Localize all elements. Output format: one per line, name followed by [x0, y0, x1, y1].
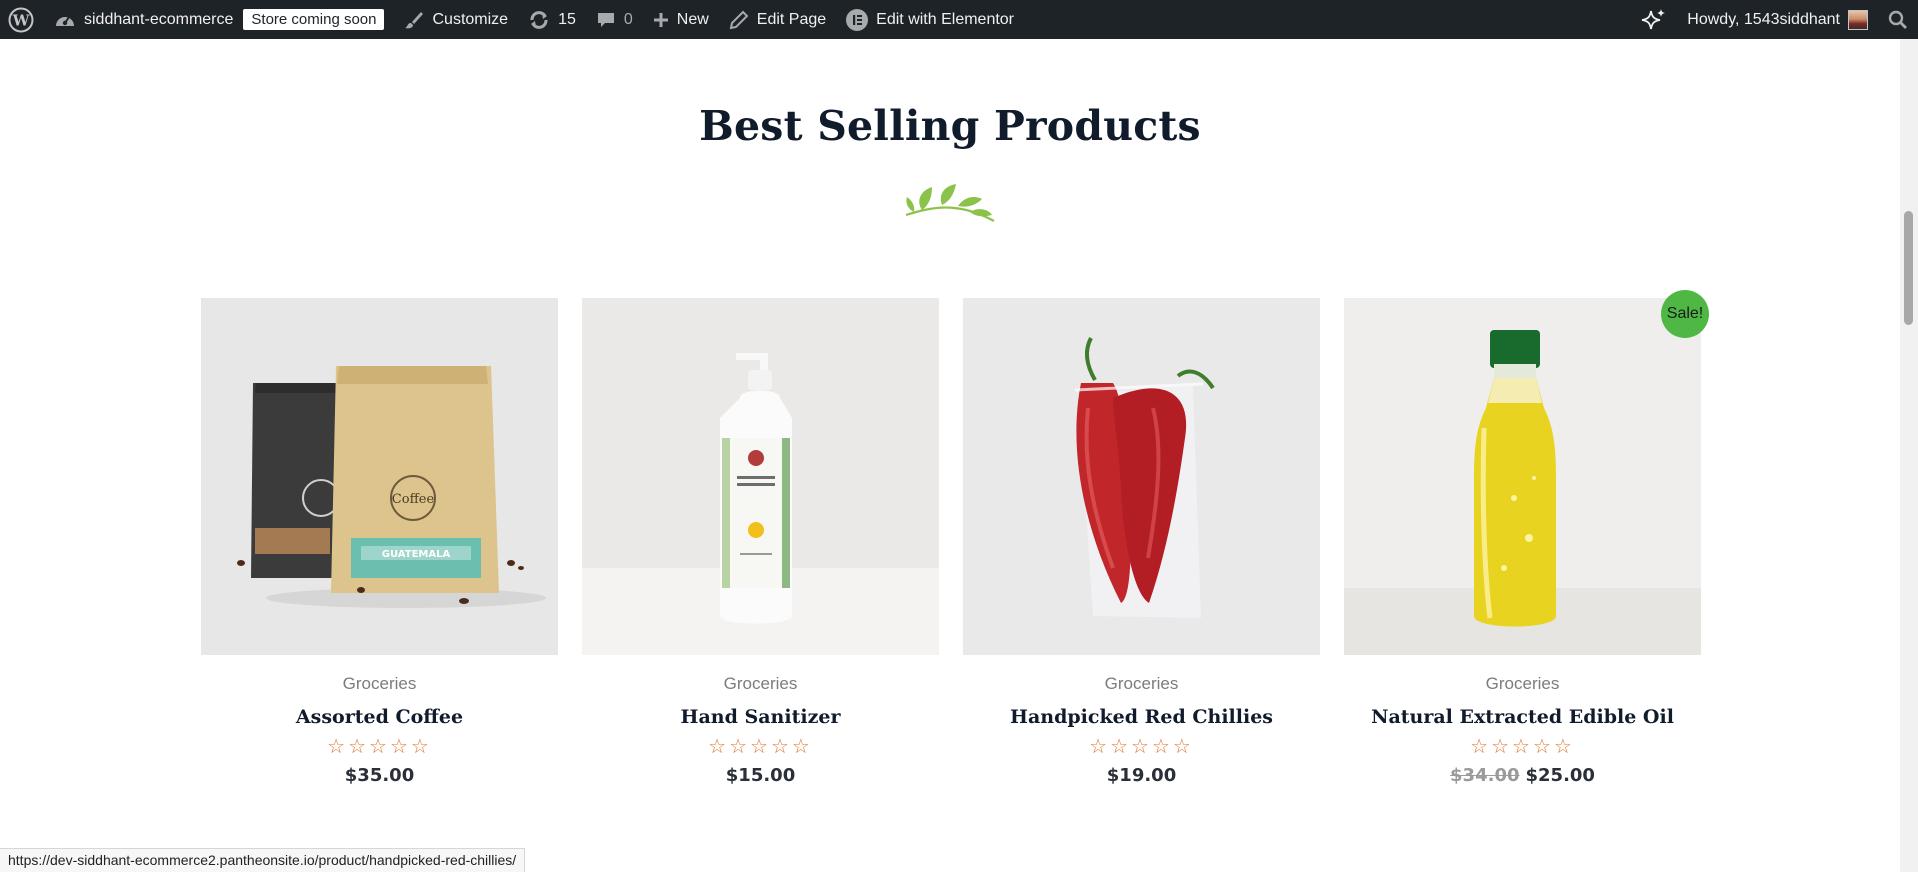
product-title[interactable]: Hand Sanitizer	[582, 706, 939, 728]
wordpress-icon: W	[8, 7, 34, 33]
updates-count: 15	[558, 10, 576, 28]
product-price-current: $25.00	[1525, 765, 1595, 786]
product-price: $19.00	[963, 765, 1320, 786]
howdy-label: Howdy, 1543siddhant	[1687, 10, 1840, 28]
browser-status-url: https://dev-siddhant-ecommerce2.pantheon…	[0, 848, 526, 872]
wp-admin-bar: W siddhant-ecommerce Store coming soon C…	[0, 0, 1918, 39]
my-account-menu[interactable]: Howdy, 1543siddhant	[1677, 0, 1878, 39]
product-title[interactable]: Handpicked Red Chillies	[963, 706, 1320, 728]
product-image-sanitizer[interactable]	[582, 298, 939, 655]
product-category[interactable]: Groceries	[1344, 674, 1701, 694]
svg-text:GUATEMALA: GUATEMALA	[382, 549, 451, 560]
avatar	[1848, 9, 1868, 30]
edit-page-label: Edit Page	[756, 10, 827, 28]
plus-icon	[653, 12, 669, 28]
product-price-current: $15.00	[725, 765, 796, 786]
section-title: Best Selling Products	[699, 102, 1201, 150]
product-card[interactable]: Coffee GUATEMALA Groceries Assorted Coff…	[201, 298, 558, 786]
sale-badge: Sale!	[1661, 290, 1709, 338]
sparkle-icon	[1639, 7, 1667, 33]
customize-label: Customize	[432, 10, 509, 28]
product-image-chillies[interactable]	[963, 298, 1320, 655]
product-card[interactable]: Groceries Hand Sanitizer ☆☆☆☆☆ $15.00	[582, 298, 939, 786]
product-price-current: $35.00	[344, 765, 415, 786]
store-coming-soon-badge[interactable]: Store coming soon	[243, 9, 385, 30]
product-rating: ☆☆☆☆☆	[708, 736, 813, 758]
product-card[interactable]: Groceries Handpicked Red Chillies ☆☆☆☆☆ …	[963, 298, 1320, 786]
dashboard-icon	[54, 10, 76, 30]
product-title[interactable]: Assorted Coffee	[201, 706, 558, 728]
new-label: New	[676, 10, 709, 28]
elementor-icon	[846, 8, 869, 31]
admin-bar-search[interactable]	[1878, 0, 1918, 39]
scrollbar-thumb[interactable]	[1904, 211, 1913, 325]
product-price: $34.00 $25.00	[1344, 765, 1701, 786]
updates-link[interactable]: 15	[518, 0, 586, 39]
pencil-icon	[729, 10, 749, 30]
svg-text:Coffee: Coffee	[392, 492, 435, 507]
edit-page-link[interactable]: Edit Page	[719, 0, 836, 39]
customize-link[interactable]: Customize	[394, 0, 518, 39]
search-icon	[1888, 10, 1908, 30]
page-content: Best Selling Products Coffee GUATEMALA G…	[0, 39, 1900, 872]
product-title[interactable]: Natural Extracted Edible Oil	[1344, 706, 1701, 728]
ai-assistant-button[interactable]	[1629, 0, 1677, 39]
comments-link[interactable]: 0	[586, 0, 643, 39]
comment-icon	[596, 10, 616, 30]
product-card[interactable]: Groceries Natural Extracted Edible Oil ☆…	[1344, 298, 1701, 786]
edit-with-elementor-link[interactable]: Edit with Elementor	[836, 0, 1024, 39]
product-price-current: $19.00	[1106, 765, 1177, 786]
page-scrollbar[interactable]	[1900, 39, 1918, 872]
product-price: $35.00	[201, 765, 558, 786]
product-category[interactable]: Groceries	[963, 674, 1320, 694]
wordpress-logo-menu[interactable]: W	[0, 0, 44, 39]
product-image-oil[interactable]	[1344, 298, 1701, 655]
product-price: $15.00	[582, 765, 939, 786]
comments-count: 0	[623, 10, 633, 28]
product-rating: ☆☆☆☆☆	[327, 736, 432, 758]
site-name-menu[interactable]: siddhant-ecommerce Store coming soon	[44, 0, 394, 39]
updates-icon	[528, 10, 550, 30]
product-rating: ☆☆☆☆☆	[1470, 736, 1575, 758]
product-image-coffee[interactable]: Coffee GUATEMALA	[201, 298, 558, 655]
leaf-divider-icon	[902, 179, 996, 223]
product-category[interactable]: Groceries	[201, 674, 558, 694]
product-category[interactable]: Groceries	[582, 674, 939, 694]
product-rating: ☆☆☆☆☆	[1089, 736, 1194, 758]
site-name: siddhant-ecommerce	[84, 10, 234, 28]
svg-text:W: W	[12, 11, 31, 29]
edit-with-elementor-label: Edit with Elementor	[876, 10, 1015, 28]
product-price-old: $34.00	[1450, 765, 1520, 786]
brush-icon	[404, 10, 424, 30]
new-content-menu[interactable]: New	[643, 0, 719, 39]
